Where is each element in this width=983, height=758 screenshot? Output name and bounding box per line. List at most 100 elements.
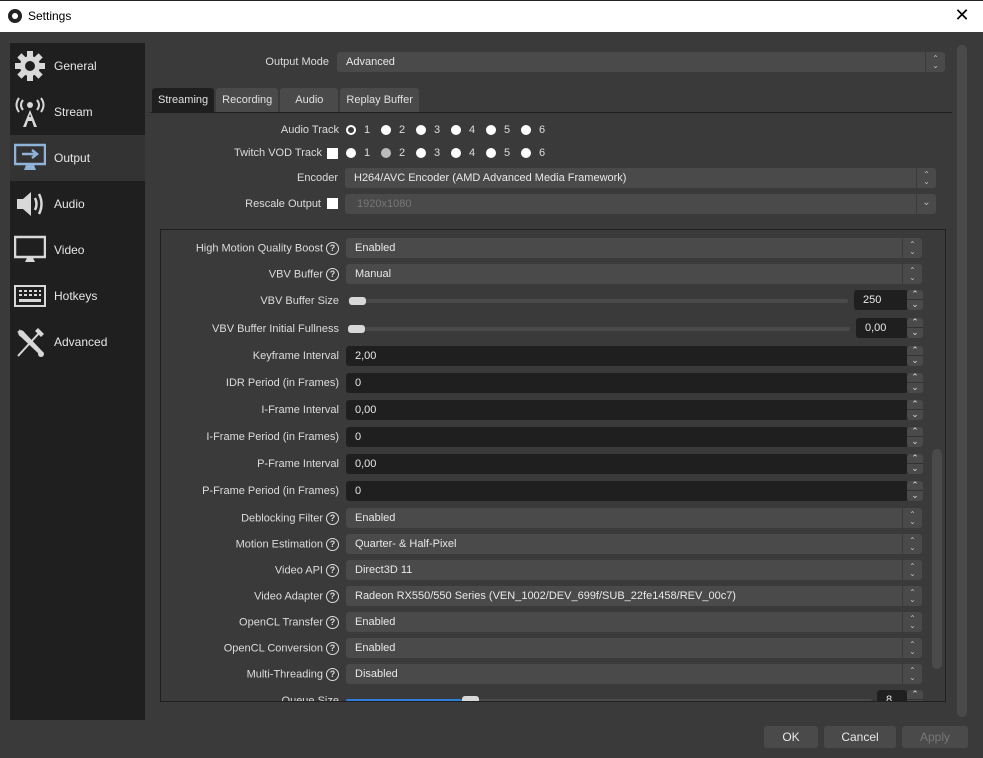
help-icon[interactable]: ? xyxy=(326,668,339,681)
p-frame-period-input[interactable]: 0 xyxy=(346,481,908,501)
label-text: Video Adapter xyxy=(254,590,323,603)
rescale-resolution-select[interactable]: 1920x1080 ⌄ xyxy=(345,194,936,214)
tab-replay-buffer[interactable]: Replay Buffer xyxy=(340,88,419,112)
spin-down-icon[interactable]: ⌄ xyxy=(907,383,923,393)
high-motion-quality-boost-select[interactable]: Enabled ⌃ ⌄ xyxy=(346,238,922,258)
keyframe-interval-label: Keyframe Interval xyxy=(252,350,339,362)
keyframe-interval-input[interactable]: 2,00 xyxy=(346,346,908,366)
spin-down-icon[interactable]: ⌄ xyxy=(907,491,923,501)
audio-track-radio-6[interactable] xyxy=(521,125,531,135)
vbv-buffer-initial-fullness-slider-track[interactable] xyxy=(348,327,850,331)
tools-icon xyxy=(13,325,47,359)
spin-up-icon[interactable]: ⌃ xyxy=(907,346,923,356)
vbv-buffer-size-input[interactable]: 250 xyxy=(854,290,908,310)
spin-up-icon[interactable]: ⌃ xyxy=(907,427,923,437)
apply-button[interactable]: Apply xyxy=(902,726,968,748)
help-icon[interactable]: ? xyxy=(326,512,339,525)
multi-threading-select[interactable]: Disabled ⌃ ⌄ xyxy=(346,664,922,684)
sidebar-item-advanced[interactable]: Advanced xyxy=(10,319,145,365)
audio-track-radio-3[interactable] xyxy=(416,125,426,135)
sidebar-item-audio[interactable]: Audio xyxy=(10,181,145,227)
tab-audio[interactable]: Audio xyxy=(280,88,339,112)
vbv-buffer-initial-fullness-slider-handle[interactable] xyxy=(348,325,365,333)
twitch-vod-radio-2[interactable] xyxy=(381,148,391,158)
ok-button[interactable]: OK xyxy=(764,726,818,748)
radio-label: 3 xyxy=(434,124,441,136)
queue-size-slider-handle[interactable] xyxy=(462,696,479,701)
vbv-buffer-select[interactable]: Manual ⌃ ⌄ xyxy=(346,264,922,284)
outer-scrollbar-handle[interactable] xyxy=(957,45,967,717)
help-icon[interactable]: ? xyxy=(326,642,339,655)
audio-track-radio-1[interactable] xyxy=(346,125,356,135)
spin-up-icon[interactable]: ⌃ xyxy=(907,290,923,300)
spin-up-icon[interactable]: ⌃ xyxy=(907,400,923,410)
video-adapter-select[interactable]: Radeon RX550/550 Series (VEN_1002/DEV_69… xyxy=(346,586,922,606)
select-value: Enabled xyxy=(355,512,396,524)
sidebar-item-general[interactable]: General xyxy=(10,43,145,89)
spin-up-icon[interactable]: ⌃ xyxy=(907,454,923,464)
sidebar-item-video[interactable]: Video xyxy=(10,227,145,273)
twitch-vod-radio-5[interactable] xyxy=(486,148,496,158)
spin-down-icon[interactable]: ⌄ xyxy=(907,356,923,366)
spin-down-icon[interactable]: ⌄ xyxy=(907,464,923,474)
output-mode-value: Advanced xyxy=(346,56,395,68)
twitch-vod-radio-4[interactable] xyxy=(451,148,461,158)
radio-label: 6 xyxy=(539,124,546,136)
spin-value: 8 xyxy=(886,694,893,702)
sidebar-item-hotkeys[interactable]: Hotkeys xyxy=(10,273,145,319)
help-icon[interactable]: ? xyxy=(326,590,339,603)
cancel-button[interactable]: Cancel xyxy=(824,726,896,748)
vbv-buffer-label: VBV Buffer? xyxy=(269,268,339,281)
i-frame-period-input[interactable]: 0 xyxy=(346,427,908,447)
spin-down-icon[interactable]: ⌄ xyxy=(907,410,923,420)
opencl-transfer-select[interactable]: Enabled ⌃ ⌄ xyxy=(346,612,922,632)
sidebar-item-stream[interactable]: Stream xyxy=(10,89,145,135)
tab-recording[interactable]: Recording xyxy=(216,88,279,112)
idr-period-input[interactable]: 0 xyxy=(346,373,908,393)
rescale-output-checkbox[interactable] xyxy=(327,198,338,209)
help-icon[interactable]: ? xyxy=(326,538,339,551)
twitch-vod-track-checkbox[interactable] xyxy=(327,148,338,159)
help-icon[interactable]: ? xyxy=(326,616,339,629)
output-mode-select[interactable]: Advanced ⌃ ⌄ xyxy=(337,52,945,72)
spin-up-icon[interactable]: ⌃ xyxy=(907,481,923,491)
video-api-select[interactable]: Direct3D 11 ⌃ ⌄ xyxy=(346,560,922,580)
label-text: OpenCL Transfer xyxy=(239,616,323,629)
select-value: Direct3D 11 xyxy=(355,564,413,576)
label-text: Motion Estimation xyxy=(235,538,323,551)
motion-estimation-select[interactable]: Quarter- & Half-Pixel ⌃ ⌄ xyxy=(346,534,922,554)
spin-up-icon[interactable]: ⌃ xyxy=(907,373,923,383)
help-icon[interactable]: ? xyxy=(326,564,339,577)
spin-down-icon[interactable]: ⌄ xyxy=(907,700,923,701)
vbv-buffer-size-slider-track[interactable] xyxy=(348,299,848,303)
twitch-vod-radio-3[interactable] xyxy=(416,148,426,158)
spin-down-icon[interactable]: ⌄ xyxy=(907,437,923,447)
inner-scrollbar-handle[interactable] xyxy=(932,449,942,669)
spin-value: 0 xyxy=(355,377,362,389)
twitch-vod-radio-6[interactable] xyxy=(521,148,531,158)
spin-down-icon[interactable]: ⌄ xyxy=(907,328,923,338)
vbv-buffer-initial-fullness-input[interactable]: 0,00 xyxy=(856,318,908,338)
motion-estimation-label: Motion Estimation? xyxy=(236,538,339,551)
spin-down-icon[interactable]: ⌄ xyxy=(907,300,923,310)
vbv-buffer-size-slider-handle[interactable] xyxy=(349,297,366,305)
deblocking-filter-select[interactable]: Enabled ⌃ ⌄ xyxy=(346,508,922,528)
i-frame-interval-input[interactable]: 0,00 xyxy=(346,400,908,420)
spin-up-icon[interactable]: ⌃ xyxy=(907,690,923,700)
help-icon[interactable]: ? xyxy=(326,268,339,281)
sidebar-item-label: General xyxy=(54,59,97,73)
queue-size-input[interactable]: 8 xyxy=(877,690,907,702)
sidebar-item-output[interactable]: Output xyxy=(10,135,145,181)
p-frame-interval-input[interactable]: 0,00 xyxy=(346,454,908,474)
opencl-conversion-select[interactable]: Enabled ⌃ ⌄ xyxy=(346,638,922,658)
spin-up-icon[interactable]: ⌃ xyxy=(907,318,923,328)
twitch-vod-radio-1[interactable] xyxy=(346,148,356,158)
obs-logo-icon xyxy=(8,9,22,23)
tab-streaming[interactable]: Streaming xyxy=(152,88,215,112)
encoder-select[interactable]: H264/AVC Encoder (AMD Advanced Media Fra… xyxy=(345,168,936,188)
close-icon[interactable]: ✕ xyxy=(951,5,973,27)
audio-track-radio-4[interactable] xyxy=(451,125,461,135)
audio-track-radio-5[interactable] xyxy=(486,125,496,135)
help-icon[interactable]: ? xyxy=(326,242,339,255)
audio-track-radio-2[interactable] xyxy=(381,125,391,135)
